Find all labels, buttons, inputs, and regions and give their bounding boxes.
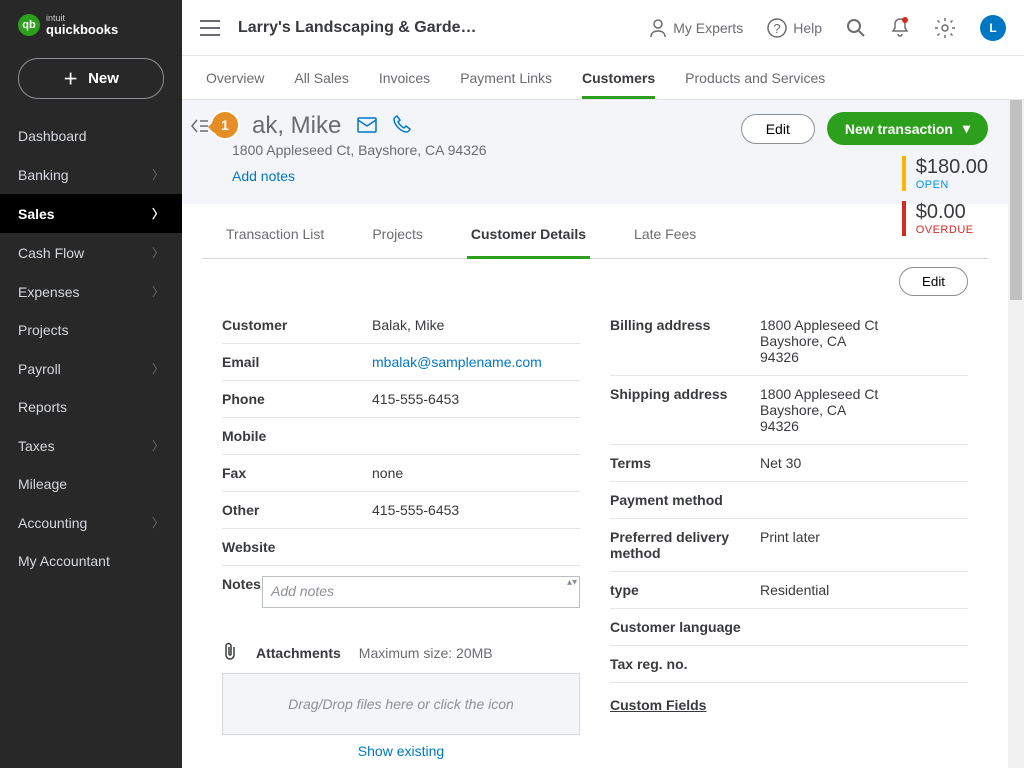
balances: $180.00OPEN $0.00OVERDUE — [902, 156, 988, 246]
field-tax-reg-no-: Tax reg. no. — [610, 646, 968, 683]
phone-icon[interactable] — [393, 112, 411, 140]
customer-header: 1 ak, Mike 1800 Appleseed Ct, Bayshore, … — [182, 100, 1008, 204]
attachment-icon[interactable] — [222, 642, 238, 663]
nav-item-cash-flow[interactable]: Cash Flow〉 — [0, 233, 182, 272]
field-payment-method: Payment method — [610, 482, 968, 519]
field-terms: TermsNet 30 — [610, 445, 968, 482]
chevron-right-icon: 〉 — [152, 166, 164, 183]
nav-item-reports[interactable]: Reports — [0, 388, 182, 426]
hamburger-icon[interactable] — [200, 20, 220, 36]
overdue-amount: $0.00 — [916, 201, 974, 224]
chevron-right-icon: 〉 — [152, 514, 164, 531]
subnav: Overview All Sales Invoices Payment Links Cu… — [182, 56, 1024, 100]
add-notes-link[interactable]: Add notes — [232, 168, 295, 184]
chevron-right-icon: 〉 — [152, 360, 164, 377]
help-label: Help — [793, 20, 822, 36]
logo-text: intuitquickbooks — [46, 14, 118, 36]
field-website: Website — [222, 529, 580, 566]
field-type: typeResidential — [610, 572, 968, 609]
topbar: Larry's Landscaping & Garde… My Experts … — [182, 0, 1024, 56]
chevron-down-icon: ▾ — [963, 120, 970, 137]
subnav-overview[interactable]: Overview — [206, 56, 264, 99]
overdue-label: OVERDUE — [916, 224, 974, 236]
plus-icon: ＋ — [63, 68, 78, 89]
field-phone: Phone415-555-6453 — [222, 381, 580, 418]
sidebar: qb intuitquickbooks ＋ New DashboardBanki… — [0, 0, 182, 768]
customer-details-panel: Edit CustomerBalak, MikeEmailmbalak@samp… — [182, 259, 1008, 768]
attachments-label: Attachments — [256, 645, 341, 661]
nav-item-sales[interactable]: Sales〉 — [0, 194, 182, 233]
nav-item-expenses[interactable]: Expenses〉 — [0, 272, 182, 311]
svg-text:?: ? — [774, 21, 781, 36]
subnav-customers[interactable]: Customers — [582, 56, 655, 99]
search-icon[interactable] — [846, 18, 866, 38]
nav-item-taxes[interactable]: Taxes〉 — [0, 426, 182, 465]
chevron-right-icon: 〉 — [152, 244, 164, 261]
field-billing-address: Billing address1800 Appleseed CtBayshore… — [610, 307, 968, 376]
nav-item-mileage[interactable]: Mileage — [0, 465, 182, 503]
open-amount: $180.00 — [916, 156, 988, 179]
user-avatar[interactable]: L — [980, 15, 1006, 41]
help-button[interactable]: ? Help — [767, 18, 822, 38]
chevron-right-icon: 〉 — [152, 437, 164, 454]
logo-badge-icon: qb — [18, 14, 40, 36]
field-fax: Faxnone — [222, 455, 580, 492]
company-name: Larry's Landscaping & Garde… — [238, 19, 477, 37]
nav-item-projects[interactable]: Projects — [0, 311, 182, 349]
new-transaction-label: New transaction — [845, 121, 953, 137]
email-icon[interactable] — [357, 112, 377, 140]
nav-item-accounting[interactable]: Accounting〉 — [0, 503, 182, 542]
tab-projects[interactable]: Projects — [368, 226, 427, 259]
tab-customer-details[interactable]: Customer Details — [467, 226, 590, 259]
edit-customer-button[interactable]: Edit — [741, 114, 815, 144]
subnav-products-and-services[interactable]: Products and Services — [685, 56, 825, 99]
field-customer-language: Customer language — [610, 609, 968, 646]
edit-details-button[interactable]: Edit — [899, 267, 968, 296]
my-experts-label: My Experts — [673, 20, 743, 36]
email-link[interactable]: mbalak@samplename.com — [372, 354, 542, 370]
attachment-dropzone[interactable]: Drag/Drop files here or click the icon — [222, 673, 580, 735]
field-shipping-address: Shipping address1800 Appleseed CtBayshor… — [610, 376, 968, 445]
scrollbar-track[interactable] — [1008, 100, 1024, 768]
field-other: Other415-555-6453 — [222, 492, 580, 529]
new-button-label: New — [88, 70, 119, 87]
my-experts-button[interactable]: My Experts — [649, 18, 743, 38]
nav-item-banking[interactable]: Banking〉 — [0, 155, 182, 194]
field-preferred-delivery-method: Preferred delivery methodPrint later — [610, 519, 968, 572]
subnav-all-sales[interactable]: All Sales — [294, 56, 348, 99]
brand-logo: qb intuitquickbooks — [0, 0, 182, 46]
field-notes: NotesAdd notes▴▾ — [222, 566, 580, 618]
tab-transaction-list[interactable]: Transaction List — [222, 226, 328, 259]
chevron-right-icon: 〉 — [152, 205, 164, 222]
new-transaction-button[interactable]: New transaction ▾ — [827, 112, 988, 145]
nav-item-payroll[interactable]: Payroll〉 — [0, 349, 182, 388]
field-customer: CustomerBalak, Mike — [222, 307, 580, 344]
scrollbar-thumb[interactable] — [1010, 100, 1022, 300]
subnav-payment-links[interactable]: Payment Links — [460, 56, 552, 99]
field-email: Emailmbalak@samplename.com — [222, 344, 580, 381]
nav-item-dashboard[interactable]: Dashboard — [0, 117, 182, 155]
field-mobile: Mobile — [222, 418, 580, 455]
chevron-right-icon: 〉 — [152, 283, 164, 300]
step-badge: 1 — [210, 110, 240, 140]
nav-item-my-accountant[interactable]: My Accountant — [0, 542, 182, 580]
detail-tabs: Transaction List Projects Customer Details… — [202, 204, 988, 259]
attachments-hint: Maximum size: 20MB — [359, 645, 493, 661]
notes-input[interactable]: Add notes▴▾ — [262, 576, 580, 608]
settings-gear-icon[interactable] — [934, 17, 956, 39]
notifications-icon[interactable] — [890, 17, 910, 39]
show-existing-link[interactable]: Show existing — [222, 743, 580, 759]
new-button[interactable]: ＋ New — [18, 58, 164, 99]
main-content: 1 ak, Mike 1800 Appleseed Ct, Bayshore, … — [182, 100, 1008, 768]
tab-late-fees[interactable]: Late Fees — [630, 226, 700, 259]
subnav-invoices[interactable]: Invoices — [379, 56, 430, 99]
open-label: OPEN — [916, 179, 988, 191]
custom-fields-link[interactable]: Custom Fields — [610, 697, 968, 713]
